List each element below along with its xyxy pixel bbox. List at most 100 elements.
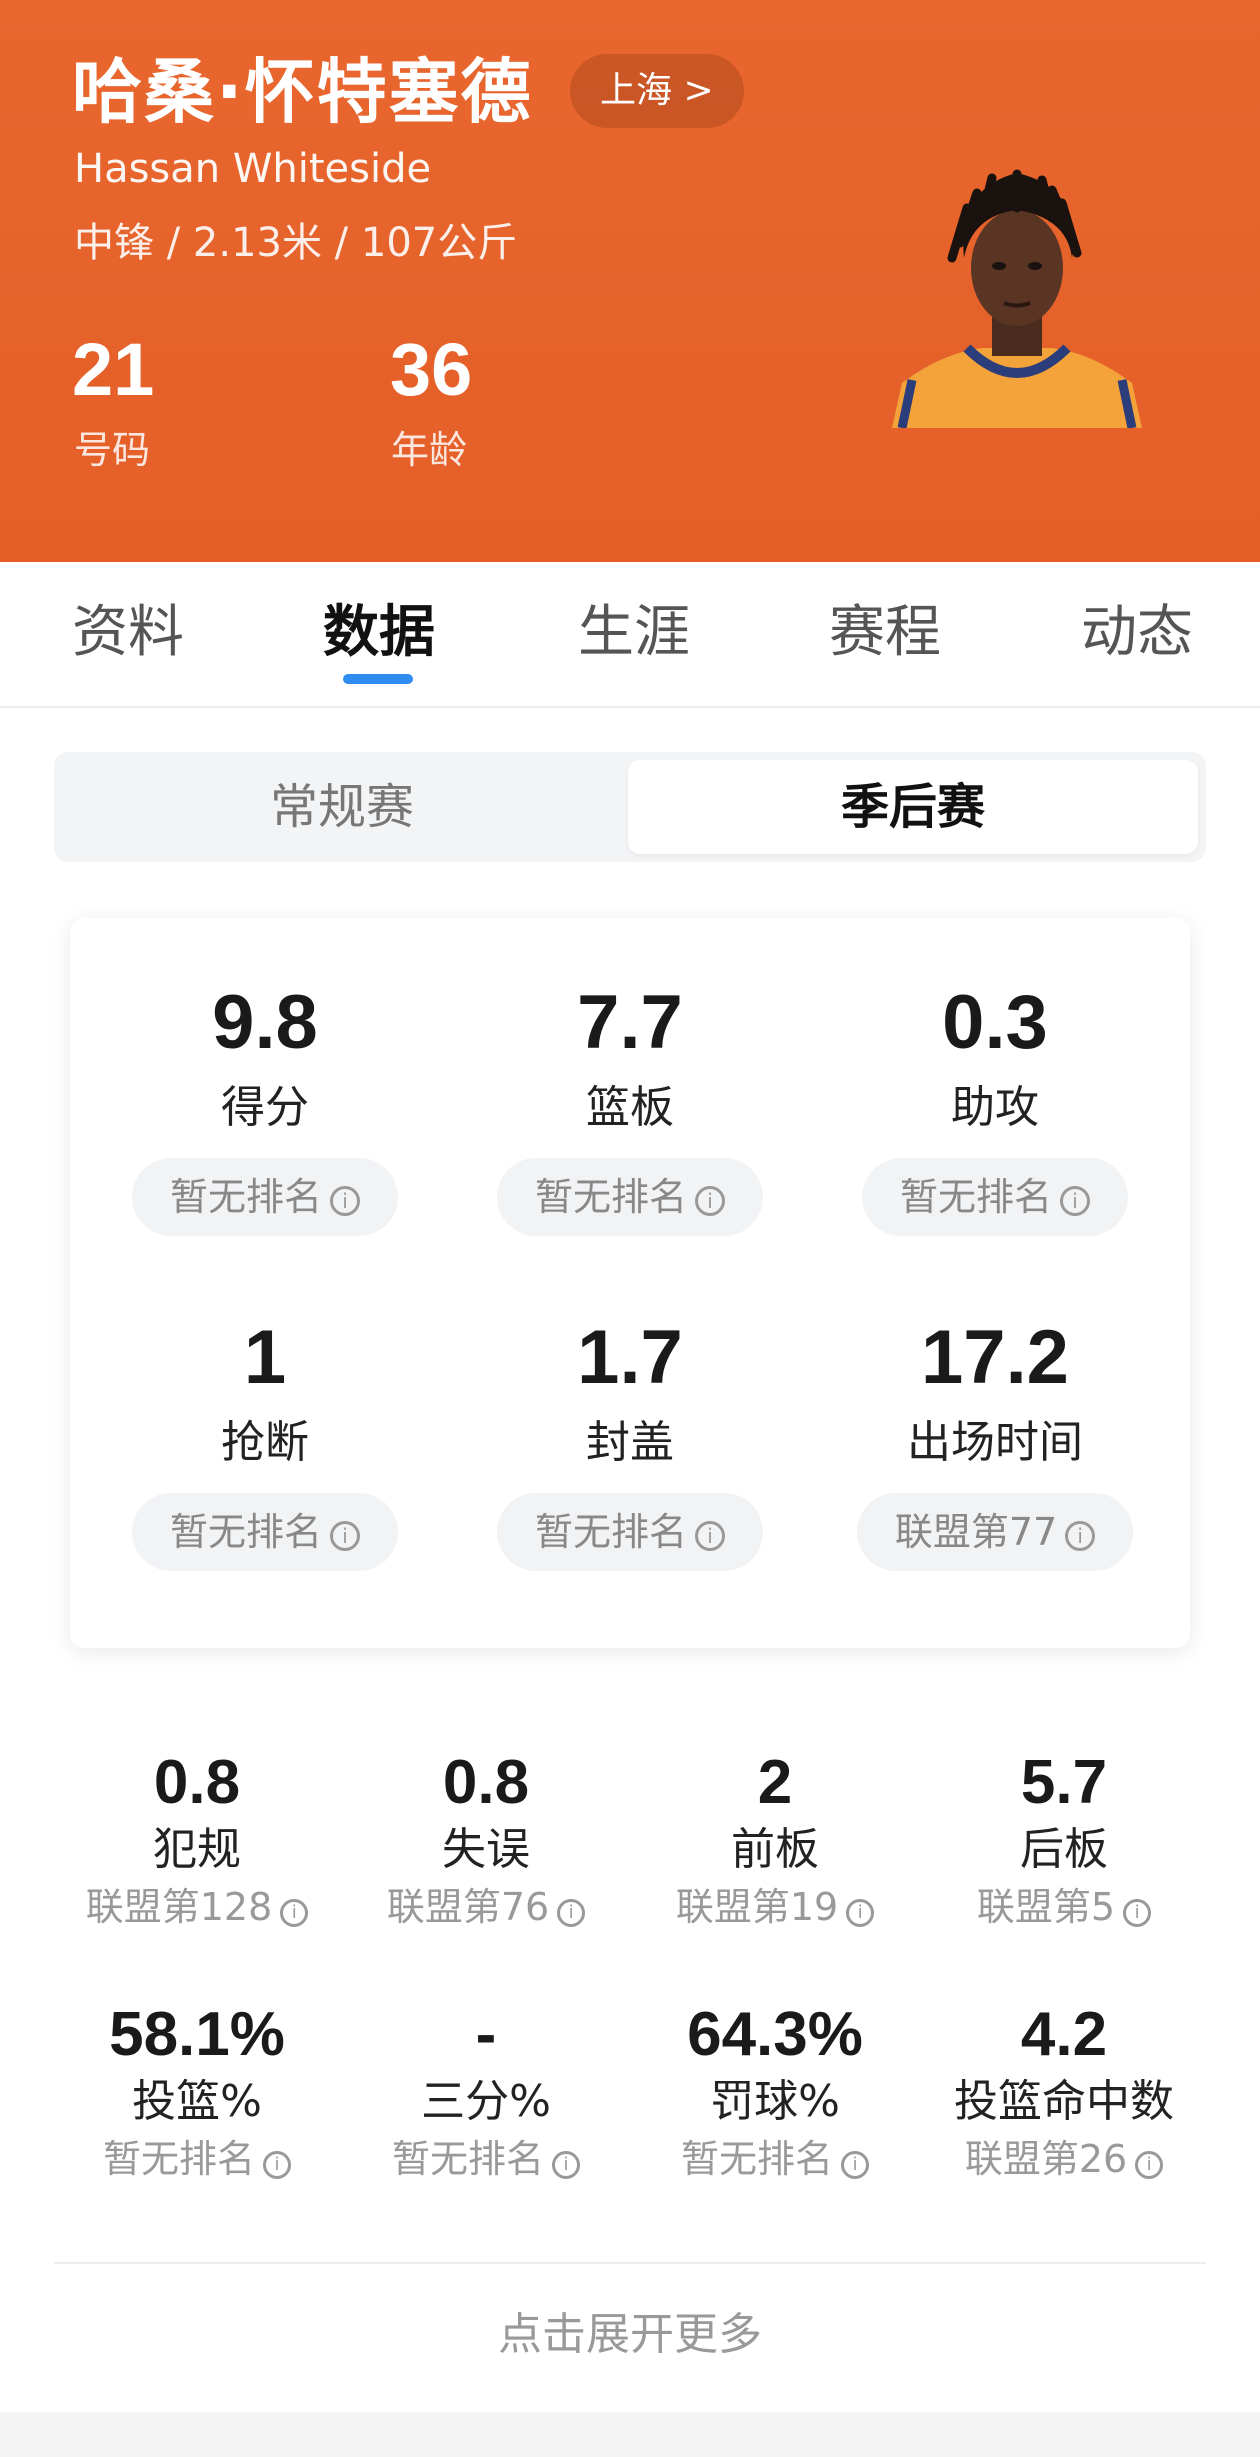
- info-icon: i: [1123, 1899, 1152, 1927]
- playoffs-option[interactable]: 季后赛: [628, 760, 1198, 854]
- rank-text: 联盟第128: [85, 1885, 273, 1929]
- rank-text: 暂无排名: [534, 1510, 687, 1554]
- stat-label: 篮板: [586, 1082, 674, 1133]
- rank-text: 暂无排名: [169, 1510, 322, 1554]
- stat-rebounds: 7.7 篮板 暂无排名 i: [480, 978, 780, 1236]
- stat-label: 犯规: [153, 1824, 241, 1875]
- stat-label: 投篮命中数: [954, 2076, 1174, 2127]
- info-icon: i: [846, 1899, 875, 1927]
- rank-pill[interactable]: 暂无排名 i: [496, 1493, 763, 1571]
- rank-text: 暂无排名: [169, 1175, 322, 1219]
- player-name-cn: 哈桑·怀特塞德: [72, 51, 533, 133]
- rank-pill[interactable]: 联盟第77 i: [856, 1493, 1134, 1571]
- info-icon: i: [1135, 2151, 1164, 2179]
- divider: [54, 2262, 1206, 2264]
- stat-label: 投篮%: [132, 2076, 262, 2127]
- stat-steals: 1 抢断 暂无排名 i: [115, 1313, 415, 1571]
- info-icon: i: [841, 2151, 869, 2179]
- stat-value: 58.1%: [109, 2000, 285, 2069]
- jersey-number-label: 号码: [74, 428, 151, 472]
- stat-label: 前板: [731, 1824, 819, 1875]
- stat-3p-pct: - 三分% 暂无排名 i: [336, 1998, 636, 2184]
- rank-link[interactable]: 联盟第19 i: [625, 1882, 925, 1932]
- stat-value: 4.2: [1020, 2000, 1108, 2069]
- rank-link[interactable]: 联盟第128 i: [47, 1882, 347, 1932]
- rank-link[interactable]: 暂无排名 i: [47, 2134, 347, 2184]
- rank-pill[interactable]: 暂无排名 i: [496, 1158, 763, 1236]
- stat-value: 17.2: [921, 1315, 1069, 1400]
- rank-text: 暂无排名: [391, 2137, 544, 2181]
- stat-assists: 0.3 助攻 暂无排名 i: [845, 978, 1145, 1236]
- player-name-en: Hassan Whiteside: [74, 146, 432, 192]
- stat-label: 后板: [1020, 1824, 1108, 1875]
- rank-text: 暂无排名: [534, 1175, 687, 1219]
- player-age-label: 年龄: [391, 428, 468, 472]
- stat-value: -: [475, 2000, 497, 2069]
- stat-turnovers: 0.8 失误 联盟第76 i: [336, 1746, 636, 1932]
- tab-stats[interactable]: 数据: [323, 598, 435, 668]
- stat-value: 0.8: [442, 1748, 530, 1817]
- stat-points: 9.8 得分 暂无排名 i: [115, 978, 415, 1236]
- rank-text: 联盟第5: [976, 1885, 1116, 1929]
- info-icon: i: [263, 2151, 291, 2179]
- stat-label: 助攻: [951, 1082, 1039, 1133]
- stat-minutes: 17.2 出场时间 联盟第77 i: [845, 1313, 1145, 1571]
- info-icon: i: [695, 1521, 725, 1551]
- bottom-bar: [0, 2412, 1260, 2457]
- tab-career[interactable]: 生涯: [578, 598, 690, 668]
- stat-value: 9.8: [212, 980, 318, 1065]
- stat-value: 1: [243, 1315, 287, 1400]
- main-stats-card: 9.8 得分 暂无排名 i 7.7 篮板 暂无排名 i 0.3 助攻 暂无排名 i 1…: [70, 918, 1190, 1648]
- stat-fouls: 0.8 犯规 联盟第128 i: [47, 1746, 347, 1932]
- rank-text: 联盟第77: [894, 1510, 1058, 1554]
- stat-fg-made: 4.2 投篮命中数 联盟第26 i: [914, 1998, 1214, 2184]
- rank-text: 联盟第76: [386, 1885, 550, 1929]
- stat-label: 出场时间: [907, 1417, 1083, 1468]
- stat-value: 0.3: [942, 980, 1048, 1065]
- regular-season-option[interactable]: 常规赛: [54, 752, 630, 862]
- stat-label: 失误: [442, 1824, 530, 1875]
- rank-text: 联盟第19: [675, 1885, 839, 1929]
- active-tab-indicator: [343, 674, 413, 684]
- rank-text: 暂无排名: [102, 2137, 255, 2181]
- rank-pill[interactable]: 暂无排名 i: [861, 1158, 1128, 1236]
- rank-text: 暂无排名: [680, 2137, 833, 2181]
- rank-link[interactable]: 暂无排名 i: [625, 2134, 925, 2184]
- rank-link[interactable]: 暂无排名 i: [336, 2134, 636, 2184]
- info-icon: i: [552, 2151, 580, 2179]
- stat-label: 三分%: [421, 2076, 551, 2127]
- info-icon: i: [695, 1186, 725, 1216]
- team-button[interactable]: 上海 >: [570, 54, 744, 128]
- stat-value: 5.7: [1020, 1748, 1108, 1817]
- tab-bar: 资料 数据 生涯 赛程 动态: [0, 562, 1260, 708]
- rank-link[interactable]: 联盟第76 i: [336, 1882, 636, 1932]
- rank-text: 联盟第26: [964, 2137, 1128, 2181]
- stat-label: 封盖: [586, 1417, 674, 1468]
- rank-pill[interactable]: 暂无排名 i: [131, 1493, 398, 1571]
- player-bio: 中锋 / 2.13米 / 107公斤: [74, 220, 518, 266]
- tab-profile[interactable]: 资料: [72, 598, 184, 668]
- rank-link[interactable]: 联盟第5 i: [914, 1882, 1214, 1932]
- player-portrait: [892, 169, 1142, 428]
- tab-news[interactable]: 动态: [1081, 598, 1193, 668]
- stat-fg-pct: 58.1% 投篮% 暂无排名 i: [47, 1998, 347, 2184]
- expand-more-button[interactable]: 点击展开更多: [0, 2300, 1260, 2370]
- player-header: 哈桑·怀特塞德 上海 > Hassan Whiteside 中锋 / 2.13米…: [0, 0, 1260, 562]
- stat-label: 抢断: [221, 1417, 309, 1468]
- tab-schedule[interactable]: 赛程: [829, 598, 941, 668]
- stat-blocks: 1.7 封盖 暂无排名 i: [480, 1313, 780, 1571]
- stat-label: 罚球%: [710, 2076, 840, 2127]
- stat-ft-pct: 64.3% 罚球% 暂无排名 i: [625, 1998, 925, 2184]
- rank-pill[interactable]: 暂无排名 i: [131, 1158, 398, 1236]
- season-toggle: 常规赛 季后赛: [54, 752, 1206, 862]
- info-icon: i: [557, 1899, 586, 1927]
- jersey-number: 21: [72, 328, 155, 411]
- info-icon: i: [1060, 1186, 1090, 1216]
- stat-label: 得分: [221, 1082, 309, 1133]
- stat-value: 7.7: [577, 980, 683, 1065]
- stat-defensive-rebounds: 5.7 后板 联盟第5 i: [914, 1746, 1214, 1932]
- rank-link[interactable]: 联盟第26 i: [914, 2134, 1214, 2184]
- rank-text: 暂无排名: [899, 1175, 1052, 1219]
- player-age: 36: [390, 328, 473, 411]
- stat-value: 1.7: [577, 1315, 683, 1400]
